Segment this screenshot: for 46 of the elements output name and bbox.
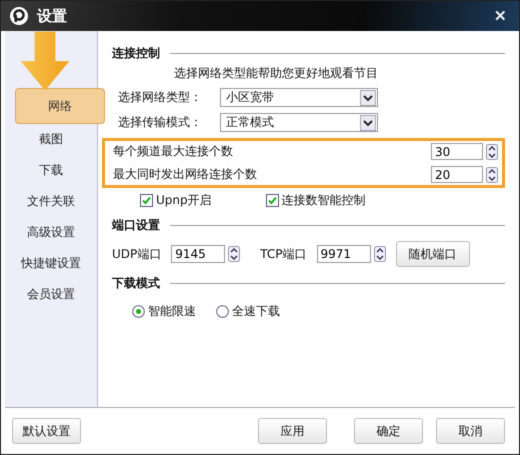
- number-field[interactable]: 30: [431, 143, 483, 160]
- field-label: UDP端口: [112, 246, 162, 262]
- checkbox-label: 连接数智能控制: [282, 192, 366, 209]
- close-button[interactable]: ✕: [490, 7, 511, 25]
- checkbox[interactable]: [266, 194, 279, 207]
- sidebar-item[interactable]: 高级设置: [5, 217, 97, 247]
- sidebar-item[interactable]: 网络: [15, 88, 105, 124]
- section-heading: 连接控制: [112, 44, 160, 62]
- section-heading: 下载模式: [112, 274, 160, 292]
- field-label: 选择网络类型：: [118, 89, 203, 106]
- number-field[interactable]: 20: [431, 166, 483, 183]
- app-logo-icon: [9, 6, 29, 26]
- spinner-arrows-icon[interactable]: [486, 144, 498, 160]
- sidebar-item[interactable]: 截图: [5, 124, 97, 154]
- spinner-arrows-icon[interactable]: [374, 246, 386, 262]
- field-label: TCP端口: [260, 246, 307, 262]
- radio-button[interactable]: [216, 305, 229, 318]
- checkbox-label: Upnp开启: [156, 192, 212, 209]
- radio-button[interactable]: [132, 305, 145, 318]
- dialog-button[interactable]: 取消: [436, 418, 505, 444]
- chevron-down-icon: [360, 90, 376, 106]
- field-label: 每个频道最大连接个数: [113, 143, 233, 160]
- window-title: 设置: [37, 6, 68, 26]
- dropdown[interactable]: 小区宽带: [220, 88, 378, 107]
- section-heading: 端口设置: [112, 216, 160, 234]
- dropdown[interactable]: 正常模式: [220, 113, 378, 132]
- sidebar-item[interactable]: 文件关联: [5, 186, 97, 216]
- sidebar-item[interactable]: 下载: [5, 155, 97, 185]
- field-label: 选择传输模式：: [118, 114, 203, 131]
- random-port-button[interactable]: 随机端口: [396, 241, 470, 267]
- port-field[interactable]: 9971: [316, 245, 371, 263]
- spinner-arrows-icon[interactable]: [228, 246, 240, 262]
- dialog-button[interactable]: 应用: [258, 418, 327, 444]
- radio-label: 智能限速: [148, 303, 196, 320]
- spinner-arrows-icon[interactable]: [486, 166, 498, 182]
- radio-label: 全速下载: [232, 303, 280, 320]
- field-label: 最大同时发出网络连接个数: [113, 166, 257, 183]
- port-field[interactable]: 9145: [171, 245, 226, 263]
- dialog-button[interactable]: 确定: [354, 418, 423, 444]
- down-arrow-drawing: [19, 31, 71, 93]
- hint-text: 选择网络类型能帮助您更好地观看节目: [174, 65, 379, 82]
- sidebar-item[interactable]: 会员设置: [5, 279, 97, 309]
- checkbox[interactable]: [140, 194, 153, 207]
- default-settings-button[interactable]: 默认设置: [12, 418, 81, 444]
- chevron-down-icon: [360, 114, 376, 130]
- sidebar-item[interactable]: 快捷键设置: [5, 248, 97, 278]
